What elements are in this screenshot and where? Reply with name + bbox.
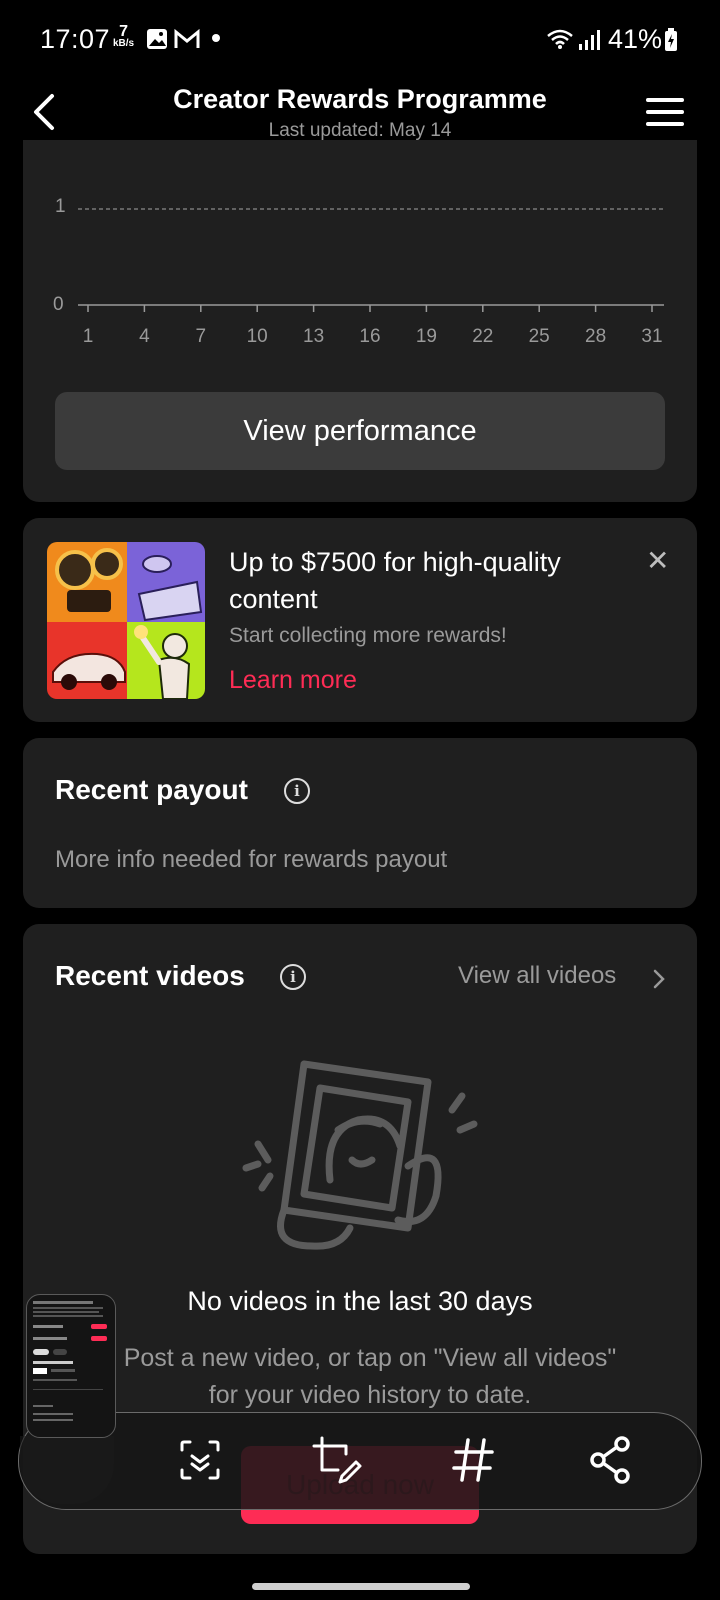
promo-illustration (47, 542, 205, 699)
x-tick-label: 16 (359, 326, 381, 347)
screenshot-preview-shadow (20, 1436, 114, 1504)
performance-chart (78, 208, 664, 312)
promo-subtitle: Start collecting more rewards! (229, 624, 507, 647)
recent-videos-title: Recent videos (55, 960, 245, 991)
x-tick-label: 10 (246, 326, 268, 347)
promo-title: Up to $7500 for high-quality content (229, 547, 561, 614)
home-indicator[interactable] (252, 1583, 470, 1590)
share-icon[interactable] (584, 1432, 640, 1488)
recent-payout-card (23, 738, 697, 908)
y-tick-label: 1 (55, 196, 66, 217)
close-icon[interactable]: ✕ (646, 544, 669, 577)
x-tick-label: 19 (415, 326, 437, 347)
view-all-label: View all videos (458, 962, 617, 989)
scan-icon[interactable] (172, 1432, 228, 1488)
learn-more-link[interactable]: Learn more (229, 666, 357, 695)
recent-payout-title: Recent payout (55, 774, 248, 805)
y-tick-label: 0 (53, 294, 64, 315)
empty-state-subtitle: Post a new video, or tap on "View all vi… (123, 1344, 617, 1409)
x-tick-label: 7 (195, 326, 207, 347)
empty-videos-illustration (242, 1060, 478, 1250)
payout-message: More info needed for rewards payout (55, 846, 448, 873)
x-tick-label: 22 (472, 326, 494, 347)
x-tick-label: 28 (585, 326, 607, 347)
x-tick-label: 13 (303, 326, 325, 347)
x-tick-label: 1 (82, 326, 94, 347)
view-performance-button[interactable]: View performance (55, 392, 665, 470)
screenshot-thumbnail[interactable] (26, 1294, 116, 1438)
crop-edit-icon[interactable] (308, 1432, 364, 1488)
x-tick-label: 4 (139, 326, 150, 347)
x-tick-label: 25 (528, 326, 550, 347)
chevron-right-icon (653, 969, 665, 989)
view-all-videos-link[interactable]: View all videos (458, 962, 616, 990)
info-icon[interactable]: i (284, 778, 310, 804)
hashtag-icon[interactable] (446, 1432, 502, 1488)
info-icon[interactable]: i (280, 964, 306, 990)
x-tick-label: 31 (641, 326, 663, 347)
